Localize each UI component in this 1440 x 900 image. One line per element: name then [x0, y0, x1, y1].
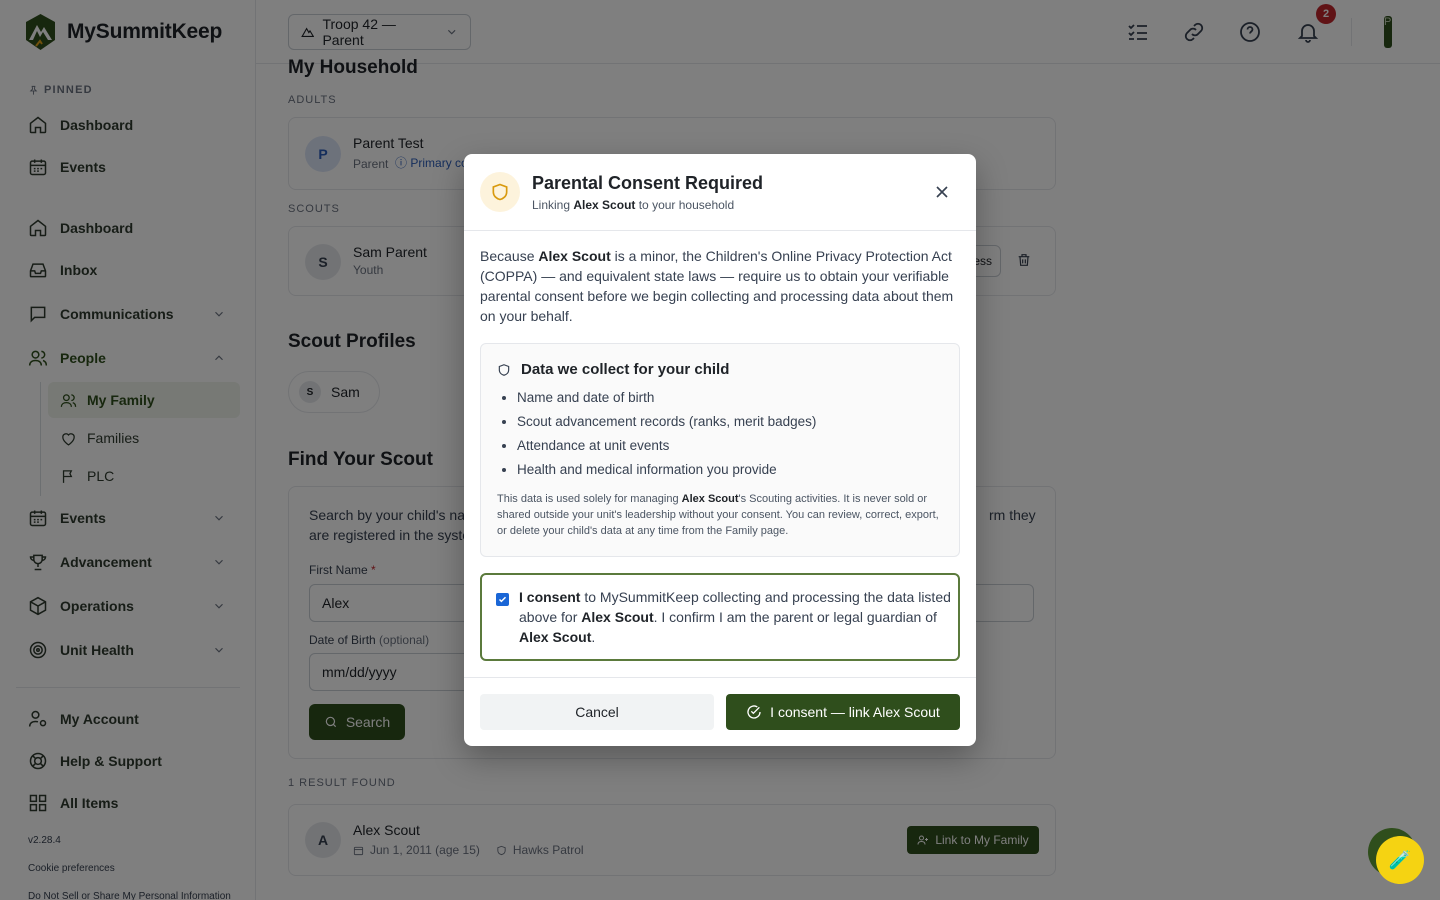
dialog-header: Parental Consent Required Linking Alex S…	[464, 154, 976, 231]
cancel-button[interactable]: Cancel	[480, 694, 714, 730]
shield-icon	[498, 363, 510, 376]
dialog-subtitle: Linking Alex Scout to your household	[532, 198, 735, 212]
consent-checkbox-box[interactable]: I consent to MySummitKeep collecting and…	[480, 573, 960, 661]
list-item: Attendance at unit events	[517, 436, 816, 460]
checkmark-icon	[498, 596, 507, 603]
data-box-title: Data we collect for your child	[497, 361, 729, 378]
check-circle-icon	[747, 705, 761, 719]
consent-checkbox[interactable]	[496, 593, 509, 606]
dialog-intro: Because Alex Scout is a minor, the Child…	[480, 248, 954, 324]
list-item: Health and medical information you provi…	[517, 460, 816, 484]
shield-icon	[480, 172, 520, 212]
consent-link-button[interactable]: I consent — link Alex Scout	[726, 694, 960, 730]
test-tube-fab[interactable]: 🧪	[1376, 836, 1424, 884]
test-tube-icon: 🧪	[1388, 849, 1412, 870]
dialog-title: Parental Consent Required	[532, 173, 764, 193]
data-list: Name and date of birth Scout advancement…	[517, 388, 816, 484]
data-collected-box: Data we collect for your child Name and …	[480, 343, 960, 557]
data-usage-note: This data is used solely for managing Al…	[497, 493, 939, 537]
close-icon[interactable]	[932, 182, 952, 202]
parental-consent-dialog: Parental Consent Required Linking Alex S…	[464, 154, 976, 746]
consent-text: I consent to MySummitKeep collecting and…	[519, 589, 951, 645]
list-item: Scout advancement records (ranks, merit …	[517, 412, 816, 436]
list-item: Name and date of birth	[517, 388, 816, 412]
dialog-footer-divider	[464, 677, 976, 678]
